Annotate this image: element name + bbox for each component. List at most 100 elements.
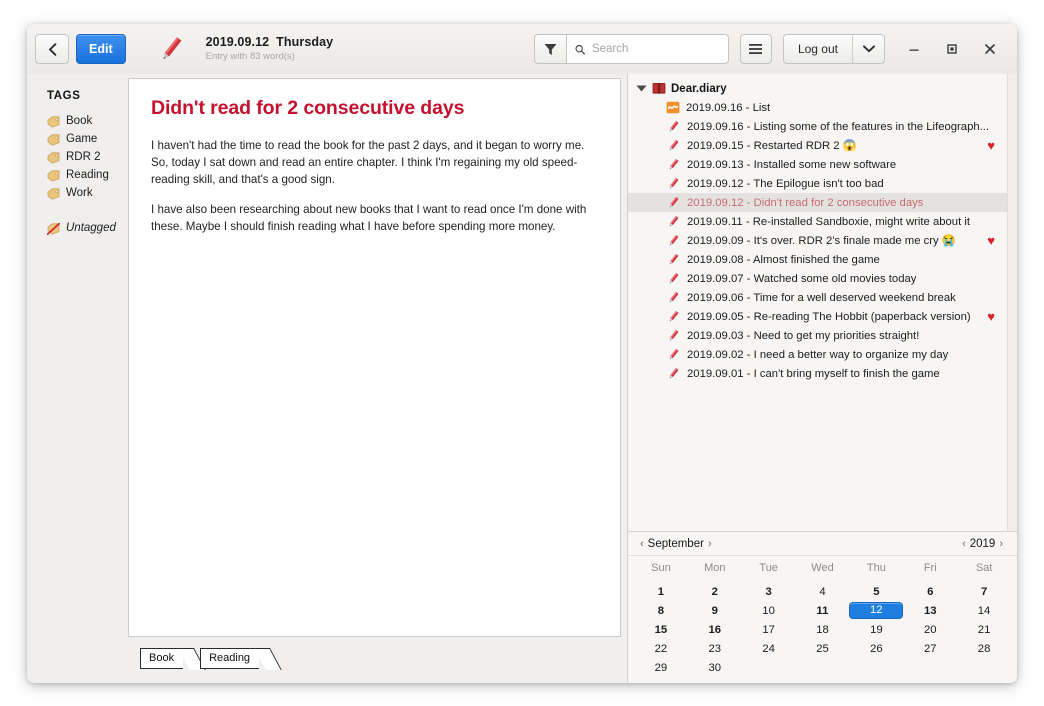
calendar-day[interactable]: 18 bbox=[796, 624, 850, 636]
sidebar-tag-reading[interactable]: Reading bbox=[47, 166, 124, 184]
calendar-day[interactable]: 2 bbox=[688, 586, 742, 598]
calendar-prev-year-button[interactable]: ‹ bbox=[959, 538, 969, 550]
entry-list-item[interactable]: 2019.09.06 - Time for a well deserved we… bbox=[628, 288, 1017, 307]
sidebar-tag-work[interactable]: Work bbox=[47, 184, 124, 202]
diary-root-node[interactable]: Dear.diary bbox=[628, 79, 1017, 98]
calendar-day-label: 10 bbox=[762, 605, 775, 617]
entry-list-item[interactable]: 2019.09.12 - Didn't read for 2 consecuti… bbox=[628, 193, 1017, 212]
pencil-icon bbox=[666, 329, 681, 342]
calendar-week-row: 151617 18 192021 bbox=[628, 620, 1017, 639]
calendar-day[interactable]: 30 bbox=[688, 662, 742, 674]
filter-button[interactable] bbox=[534, 34, 566, 64]
entry-list-item-label: 2019.09.15 - Restarted RDR 2 😱 bbox=[687, 139, 857, 152]
calendar-next-year-button[interactable]: › bbox=[996, 538, 1006, 550]
entry-list-item[interactable]: 2019.09.09 - It's over. RDR 2's finale m… bbox=[628, 231, 1017, 250]
entry-list-item[interactable]: 2019.09.16 - Listing some of the feature… bbox=[628, 117, 1017, 136]
tag-icon bbox=[47, 151, 60, 163]
calendar-day[interactable]: 28 bbox=[957, 643, 1011, 655]
entry-list-scrollbar[interactable] bbox=[1007, 74, 1017, 531]
calendar-day-label: 23 bbox=[709, 643, 722, 655]
calendar-day[interactable]: 25 bbox=[796, 643, 850, 655]
back-button[interactable] bbox=[35, 34, 69, 64]
entry-list-item-label: 2019.09.09 - It's over. RDR 2's finale m… bbox=[687, 234, 956, 247]
calendar-day[interactable]: 12 bbox=[849, 602, 903, 619]
book-icon bbox=[652, 82, 666, 95]
calendar-day[interactable]: 23 bbox=[688, 643, 742, 655]
calendar-day-label: 18 bbox=[816, 624, 829, 636]
logout-dropdown-button[interactable] bbox=[853, 34, 885, 64]
calendar-day[interactable]: 19 bbox=[849, 624, 903, 636]
hamburger-menu-icon bbox=[748, 43, 763, 55]
entry-list-item[interactable]: 2019.09.03 - Need to get my priorities s… bbox=[628, 326, 1017, 345]
menu-button[interactable] bbox=[740, 34, 772, 64]
entry-tag-chip[interactable]: Reading bbox=[200, 648, 259, 669]
entry-list-scrollbar-thumb[interactable] bbox=[1009, 74, 1017, 531]
entry-list-item-label: 2019.09.02 - I need a better way to orga… bbox=[687, 349, 948, 361]
calendar-day-label: 2 bbox=[712, 586, 718, 598]
search-input[interactable] bbox=[592, 43, 720, 55]
calendar-prev-month-button[interactable]: ‹ bbox=[637, 538, 647, 550]
calendar-day[interactable]: 29 bbox=[634, 662, 688, 674]
calendar-day[interactable]: 21 bbox=[957, 624, 1011, 636]
entry-list-item[interactable]: 2019.09.13 - Installed some new software bbox=[628, 155, 1017, 174]
chevron-left-icon bbox=[47, 43, 58, 56]
entry-list-item[interactable]: 2019.09.05 - Re-reading The Hobbit (pape… bbox=[628, 307, 1017, 326]
heart-icon[interactable]: ♥ bbox=[987, 138, 995, 153]
calendar-day-label: 13 bbox=[924, 605, 937, 617]
toolbar-right-group: Log out bbox=[534, 24, 1009, 74]
heart-icon[interactable]: ♥ bbox=[987, 233, 995, 248]
logout-button[interactable]: Log out bbox=[783, 34, 853, 64]
calendar-day[interactable]: 6 bbox=[903, 586, 957, 598]
calendar-day[interactable]: 9 bbox=[688, 605, 742, 617]
calendar-day[interactable]: 8 bbox=[634, 605, 688, 617]
calendar-week-row: 1 2 34567 bbox=[628, 582, 1017, 601]
calendar-day[interactable]: 4 bbox=[796, 586, 850, 598]
calendar-day[interactable]: 22 bbox=[634, 643, 688, 655]
entry-list-item[interactable]: 2019.09.15 - Restarted RDR 2 😱 ♥ bbox=[628, 136, 1017, 155]
calendar-day-label: 25 bbox=[816, 643, 829, 655]
entry-list-item[interactable]: 2019.09.01 - I can't bring myself to fin… bbox=[628, 364, 1017, 383]
entry-list-item[interactable]: 2019.09.16 - List bbox=[628, 98, 1017, 117]
entry-list-item[interactable]: 2019.09.08 - Almost finished the game bbox=[628, 250, 1017, 269]
minimize-button[interactable] bbox=[895, 24, 933, 74]
maximize-button[interactable] bbox=[933, 24, 971, 74]
calendar-day[interactable]: 17 bbox=[742, 624, 796, 636]
calendar-day-label: 14 bbox=[978, 605, 991, 617]
calendar-day[interactable]: 5 bbox=[849, 586, 903, 598]
calendar-day[interactable]: 20 bbox=[903, 624, 957, 636]
calendar-day[interactable]: 24 bbox=[742, 643, 796, 655]
calendar-day[interactable]: 14 bbox=[957, 605, 1011, 617]
sidebar-tag-book[interactable]: Book bbox=[47, 112, 124, 130]
calendar-next-month-button[interactable]: › bbox=[705, 538, 715, 550]
calendar-day[interactable]: 1 bbox=[634, 586, 688, 598]
calendar-day[interactable]: 15 bbox=[634, 624, 688, 636]
calendar-day[interactable]: 13 bbox=[903, 605, 957, 617]
entry-tag-chip[interactable]: Book bbox=[140, 648, 183, 669]
search-box[interactable] bbox=[566, 34, 729, 64]
entry-editor[interactable]: Didn't read for 2 consecutive days I hav… bbox=[128, 78, 621, 637]
entry-list-item[interactable]: 2019.09.02 - I need a better way to orga… bbox=[628, 345, 1017, 364]
sidebar-tag-rdr2[interactable]: RDR 2 bbox=[47, 148, 124, 166]
sidebar-tag-game[interactable]: Game bbox=[47, 130, 124, 148]
calendar-day[interactable]: 11 bbox=[795, 605, 849, 617]
sidebar-item-untagged[interactable]: Untagged bbox=[47, 219, 124, 237]
close-button[interactable] bbox=[971, 24, 1009, 74]
entry-list-item[interactable]: 2019.09.11 - Re-installed Sandboxie, mig… bbox=[628, 212, 1017, 231]
edit-button-label: Edit bbox=[89, 42, 113, 56]
calendar-week-row: 22 23 24 25 262728 bbox=[628, 639, 1017, 658]
tags-header: TAGS bbox=[47, 90, 124, 102]
calendar-weekday: Sun bbox=[634, 562, 688, 574]
calendar-day[interactable]: 3 bbox=[742, 586, 796, 598]
calendar-weekday: Mon bbox=[688, 562, 742, 574]
entry-list-item[interactable]: 2019.09.12 - The Epilogue isn't too bad bbox=[628, 174, 1017, 193]
calendar-day[interactable]: 16 bbox=[688, 624, 742, 636]
triangle-down-icon[interactable] bbox=[636, 84, 647, 93]
calendar-day[interactable]: 7 bbox=[957, 586, 1011, 598]
entry-list-item[interactable]: 2019.09.07 - Watched some old movies tod… bbox=[628, 269, 1017, 288]
tags-sidebar: TAGS Book Game bbox=[27, 74, 124, 683]
edit-button[interactable]: Edit bbox=[76, 34, 126, 64]
heart-icon[interactable]: ♥ bbox=[987, 309, 995, 324]
calendar-day[interactable]: 27 bbox=[903, 643, 957, 655]
calendar-day[interactable]: 10 bbox=[742, 605, 796, 617]
calendar-day[interactable]: 26 bbox=[849, 643, 903, 655]
